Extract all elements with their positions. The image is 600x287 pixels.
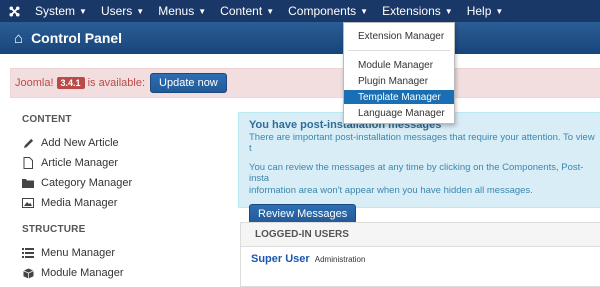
version-badge: 3.4.1 (56, 77, 85, 89)
cube-icon (22, 267, 34, 279)
menu-components[interactable]: Components ▼ (281, 0, 375, 22)
user-role: Administration (314, 255, 366, 264)
structure-heading: STRUCTURE (22, 224, 86, 235)
image-icon (22, 197, 34, 209)
user-row: Super User Administration (241, 247, 600, 271)
sidebar-item-category-manager[interactable]: Category Manager (22, 173, 232, 193)
joomla-logo-icon[interactable] (0, 0, 28, 22)
dropdown-item-language-manager[interactable]: Language Manager (344, 106, 454, 120)
menu-content[interactable]: Content ▼ (213, 0, 281, 22)
dropdown-item-extension-manager[interactable]: Extension Manager (344, 29, 454, 43)
user-name-link[interactable]: Super User (251, 253, 310, 265)
sidebar-item-label: Menu Manager (41, 247, 115, 259)
top-navbar: System ▼ Users ▼ Menus ▼ Content ▼ Component… (0, 0, 600, 22)
sidebar-item-add-new-article[interactable]: Add New Article (22, 133, 232, 153)
dropdown-item-module-manager[interactable]: Module Manager (344, 58, 454, 72)
caret-down-icon: ▼ (360, 6, 369, 16)
caret-down-icon: ▼ (136, 6, 145, 16)
logged-in-users-panel: LOGGED-IN USERS Super User Administratio… (240, 222, 600, 287)
update-alert: Joomla! 3.4.1 is available: Update now (10, 68, 600, 98)
caret-down-icon: ▼ (79, 6, 87, 16)
page-title: Control Panel (31, 30, 123, 46)
update-now-button[interactable]: Update now (150, 73, 227, 93)
info-line-3: information area won't appear when you h… (249, 185, 533, 196)
dropdown-item-label: Template Manager (358, 91, 441, 103)
menu-menus[interactable]: Menus ▼ (151, 0, 213, 22)
logged-in-users-heading: LOGGED-IN USERS (241, 223, 600, 247)
caret-down-icon: ▼ (266, 6, 275, 16)
review-messages-button[interactable]: Review Messages (249, 204, 357, 224)
folder-icon (22, 177, 34, 189)
caret-down-icon: ▼ (444, 6, 453, 16)
menu-extensions[interactable]: Extensions ▼ (375, 0, 460, 22)
sidebar-item-media-manager[interactable]: Media Manager (22, 193, 232, 213)
sidebar-item-label: Media Manager (41, 197, 118, 209)
dropdown-item-template-manager[interactable]: Template Manager (344, 90, 454, 104)
extensions-dropdown: Extension Manager Module Manager Plugin … (343, 22, 455, 124)
menu-extensions-label: Extensions (382, 4, 441, 18)
sidebar-item-label: Article Manager (41, 157, 119, 169)
dropdown-divider (348, 50, 450, 51)
content-heading: CONTENT (22, 114, 72, 125)
menu-users-label: Users (100, 4, 133, 18)
sidebar-item-label: Module Manager (41, 267, 124, 279)
menu-users[interactable]: Users ▼ (94, 0, 151, 22)
post-install-messages-box: You have post-installation messages Ther… (238, 112, 600, 224)
file-icon (22, 157, 34, 169)
caret-down-icon: ▼ (495, 6, 504, 16)
dropdown-item-label: Language Manager (358, 107, 445, 119)
dropdown-item-label: Plugin Manager (358, 75, 429, 87)
menu-system-label: System (35, 4, 76, 18)
dropdown-item-plugin-manager[interactable]: Plugin Manager (344, 74, 454, 88)
sidebar: CONTENT Add New Article Article Manager … (22, 114, 232, 283)
dropdown-item-label: Module Manager (358, 59, 434, 71)
page-header: ⌂ Control Panel (0, 22, 600, 54)
menu-components-label: Components (288, 4, 357, 18)
alert-prefix: Joomla! (15, 77, 54, 89)
main-menu: System ▼ Users ▼ Menus ▼ Content ▼ Component… (28, 0, 510, 22)
sidebar-item-module-manager[interactable]: Module Manager (22, 263, 232, 283)
info-line-1: There are important post-installation me… (249, 132, 595, 154)
alert-suffix: is available: (87, 77, 146, 89)
menu-content-label: Content (220, 4, 263, 18)
info-line-2: You can review the messages at any time … (249, 162, 584, 184)
home-icon: ⌂ (14, 29, 24, 47)
menu-system[interactable]: System ▼ (28, 0, 94, 22)
sidebar-item-article-manager[interactable]: Article Manager (22, 153, 232, 173)
sidebar-item-label: Add New Article (41, 137, 119, 149)
list-icon (22, 247, 34, 259)
menu-menus-label: Menus (158, 4, 195, 18)
pencil-icon (22, 137, 34, 149)
caret-down-icon: ▼ (198, 6, 207, 16)
menu-help-label: Help (466, 4, 492, 18)
sidebar-item-menu-manager[interactable]: Menu Manager (22, 243, 232, 263)
dropdown-item-label: Extension Manager (358, 30, 445, 42)
menu-help[interactable]: Help ▼ (460, 0, 511, 22)
sidebar-item-label: Category Manager (41, 177, 133, 189)
